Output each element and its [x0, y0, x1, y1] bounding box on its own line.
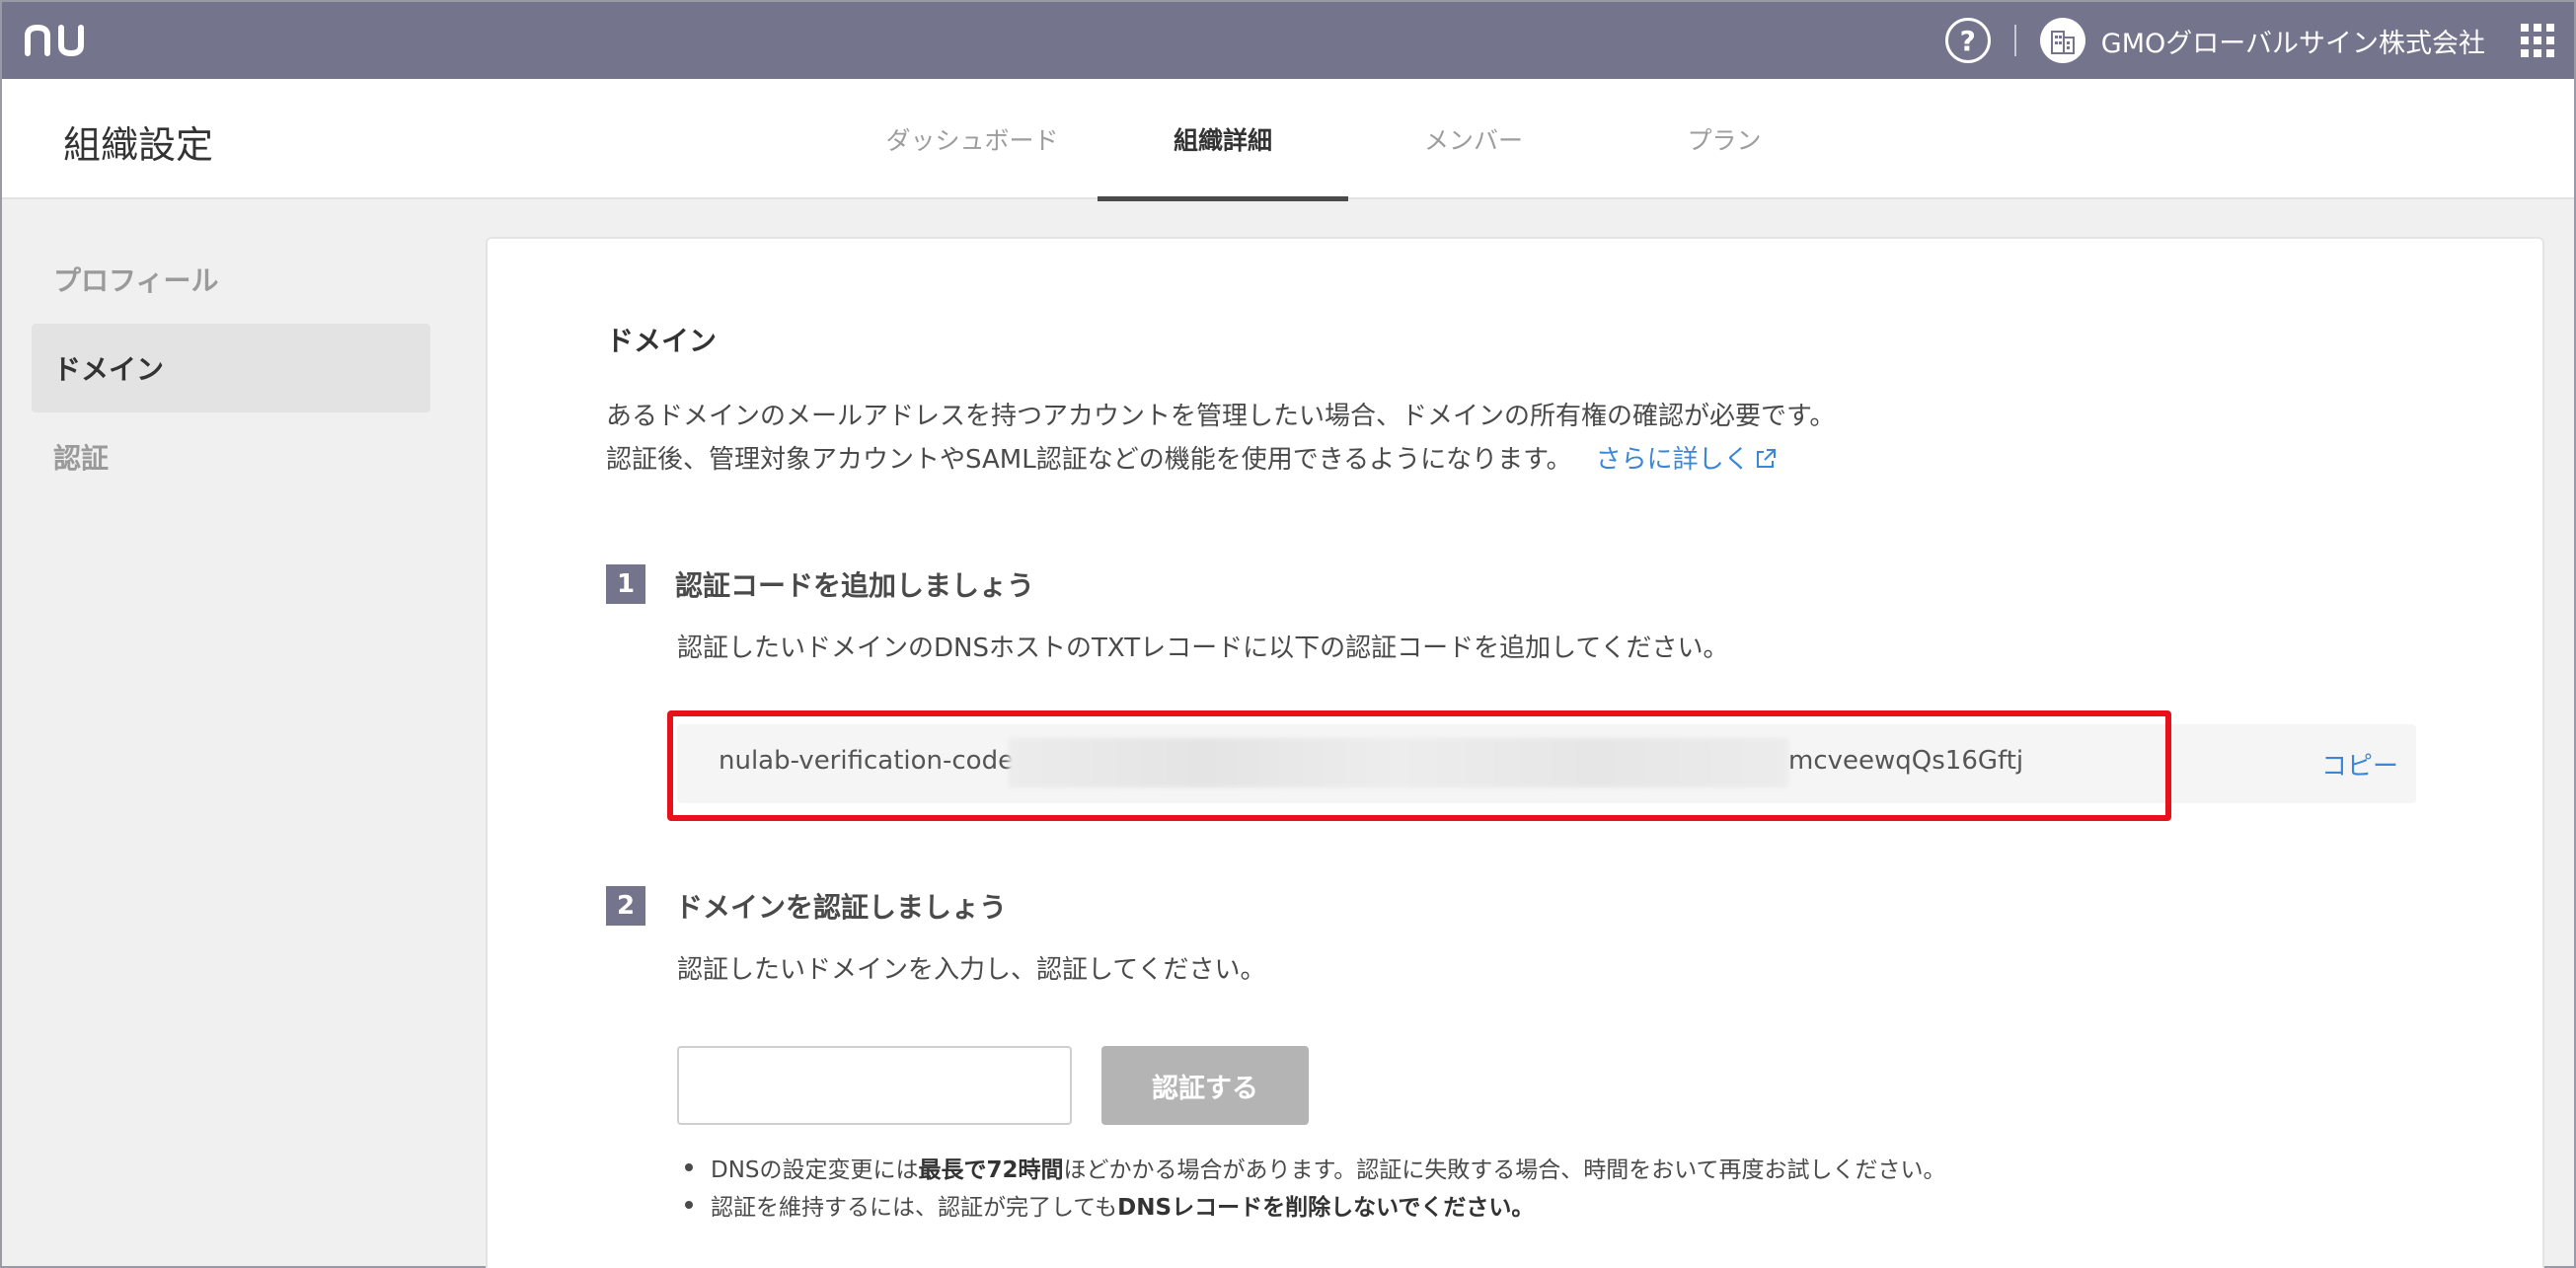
settings-tabs: ダッシュボード 組織詳細 メンバー プラン [847, 79, 1850, 201]
external-link-icon [1756, 449, 1776, 468]
topbar-right-group: ? GMOグローバルサイン株式会社 [1944, 2, 2554, 79]
organization-icon[interactable] [2039, 18, 2085, 63]
note-1-pre: DNSの設定変更には [711, 1157, 919, 1183]
description-line-2-text: 認証後、管理対象アカウントやSAML認証などの機能を使用できるようになります。 [606, 445, 1572, 475]
tab-members[interactable]: メンバー [1348, 79, 1599, 199]
note-item: DNSの設定変更には 最長で72時間 ほどかかる場合があります。認証に失敗する場合、… [685, 1149, 1946, 1186]
step-1-header: 1 認証コードを追加しましょう [606, 564, 1034, 604]
copy-button[interactable]: コピー [2321, 746, 2398, 783]
apps-grid-icon[interactable] [2521, 24, 2554, 57]
note-2-pre: 認証を維持するには、認証が完了しても [711, 1195, 1118, 1221]
note-1-post: ほどかかる場合があります。認証に失敗する場合、時間をおいて再度お試しください。 [1063, 1157, 1946, 1183]
verify-button[interactable]: 認証する [1101, 1046, 1309, 1125]
top-navigation-bar: ? GMOグローバルサイン株式会社 [2, 2, 2574, 79]
tab-organization-details[interactable]: 組織詳細 [1098, 79, 1348, 201]
organization-name[interactable]: GMOグローバルサイン株式会社 [2101, 22, 2485, 60]
step-1-title: 認証コードを追加しましょう [675, 569, 1035, 602]
domain-input[interactable] [677, 1046, 1072, 1125]
help-icon[interactable]: ? [1944, 18, 1991, 63]
step-2-title: ドメインを認証しましょう [675, 891, 1008, 924]
section-title: ドメイン [606, 325, 718, 357]
domain-description: あるドメインのメールアドレスを持つアカウントを管理したい場合、ドメインの所有権の… [606, 395, 1835, 482]
sidebar-item-domain[interactable]: ドメイン [32, 324, 430, 412]
settings-header: 組織設定 ダッシュボード 組織詳細 メンバー プラン [2, 79, 2574, 201]
description-line-1: あるドメインのメールアドレスを持つアカウントを管理したい場合、ドメインの所有権の… [606, 402, 1836, 431]
step-2-instruction: 認証したいドメインを入力し、認証してください。 [677, 955, 1266, 985]
building-icon [2050, 31, 2075, 54]
divider [2013, 25, 2016, 56]
bullet [685, 1201, 693, 1209]
bullet [685, 1163, 693, 1171]
domain-settings-card: ドメイン あるドメインのメールアドレスを持つアカウントを管理したい場合、ドメイン… [486, 237, 2544, 1268]
sidebar-item-profile[interactable]: プロフィール [32, 235, 430, 324]
description-line-2: 認証後、管理対象アカウントやSAML認証などの機能を使用できるようになります。さ… [606, 438, 1835, 482]
note-1-bold: 最長で72時間 [918, 1157, 1064, 1183]
page-title: 組織設定 [63, 123, 214, 167]
note-item: 認証を維持するには、認証が完了しても DNSレコードを削除しないでください。 [685, 1186, 1946, 1224]
highlight-annotation-box [667, 710, 2171, 821]
nu-logo[interactable] [22, 20, 91, 59]
tab-plan[interactable]: プラン [1599, 79, 1850, 199]
sidebar: プロフィール ドメイン 認証 [32, 235, 430, 501]
sidebar-item-authentication[interactable]: 認証 [32, 412, 430, 501]
step-2-header: 2 ドメインを認証しましょう [606, 886, 1007, 926]
step-1-instruction: 認証したいドメインのDNSホストのTXTレコードに以下の認証コードを追加してくだ… [677, 634, 1729, 663]
step-1-number: 1 [606, 564, 645, 604]
learn-more-label[interactable]: さらに詳しく [1596, 445, 1750, 475]
note-2-bold: DNSレコードを削除しないでください。 [1117, 1195, 1535, 1221]
step-2-number: 2 [606, 886, 645, 926]
notes-list: DNSの設定変更には 最長で72時間 ほどかかる場合があります。認証に失敗する場合、… [685, 1149, 1946, 1224]
learn-more-link[interactable]: さらに詳しく [1596, 445, 1778, 475]
tab-dashboard[interactable]: ダッシュボード [847, 79, 1098, 199]
